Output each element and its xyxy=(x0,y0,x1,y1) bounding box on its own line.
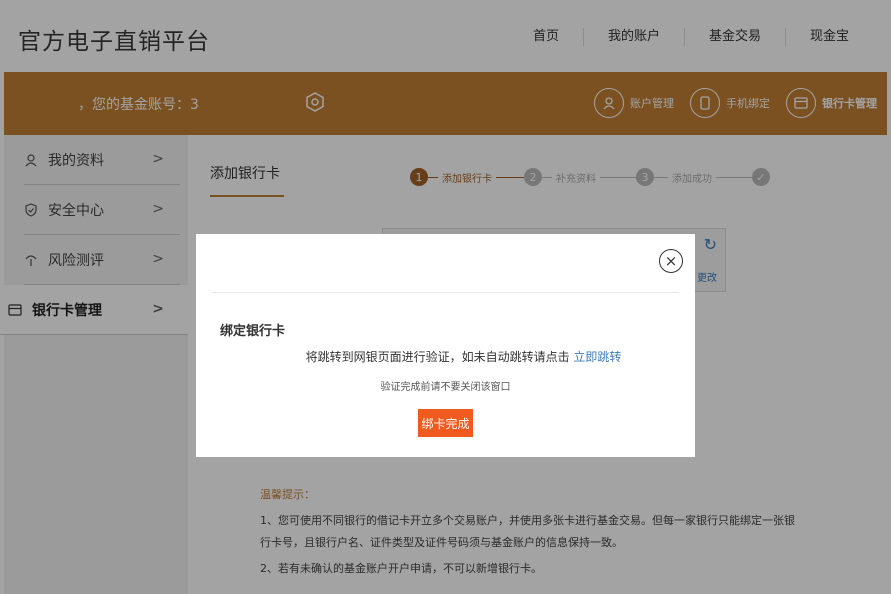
dialog-message: 将跳转到网银页面进行验证，如未自动跳转请点击 立即跳转 xyxy=(196,348,695,365)
bind-card-dialog: × 绑定银行卡 将跳转到网银页面进行验证，如未自动跳转请点击 立即跳转 验证完成… xyxy=(196,234,695,457)
bind-complete-button[interactable]: 绑卡完成 xyxy=(418,409,473,437)
dialog-subtext: 验证完成前请不要关闭该窗口 xyxy=(380,382,511,393)
jump-now-link[interactable]: 立即跳转 xyxy=(573,350,621,364)
close-icon[interactable]: × xyxy=(659,249,683,273)
dialog-message-text: 将跳转到网银页面进行验证，如未自动跳转请点击 xyxy=(305,350,570,364)
dialog-title: 绑定银行卡 xyxy=(220,324,286,339)
dialog-divider xyxy=(212,292,679,293)
